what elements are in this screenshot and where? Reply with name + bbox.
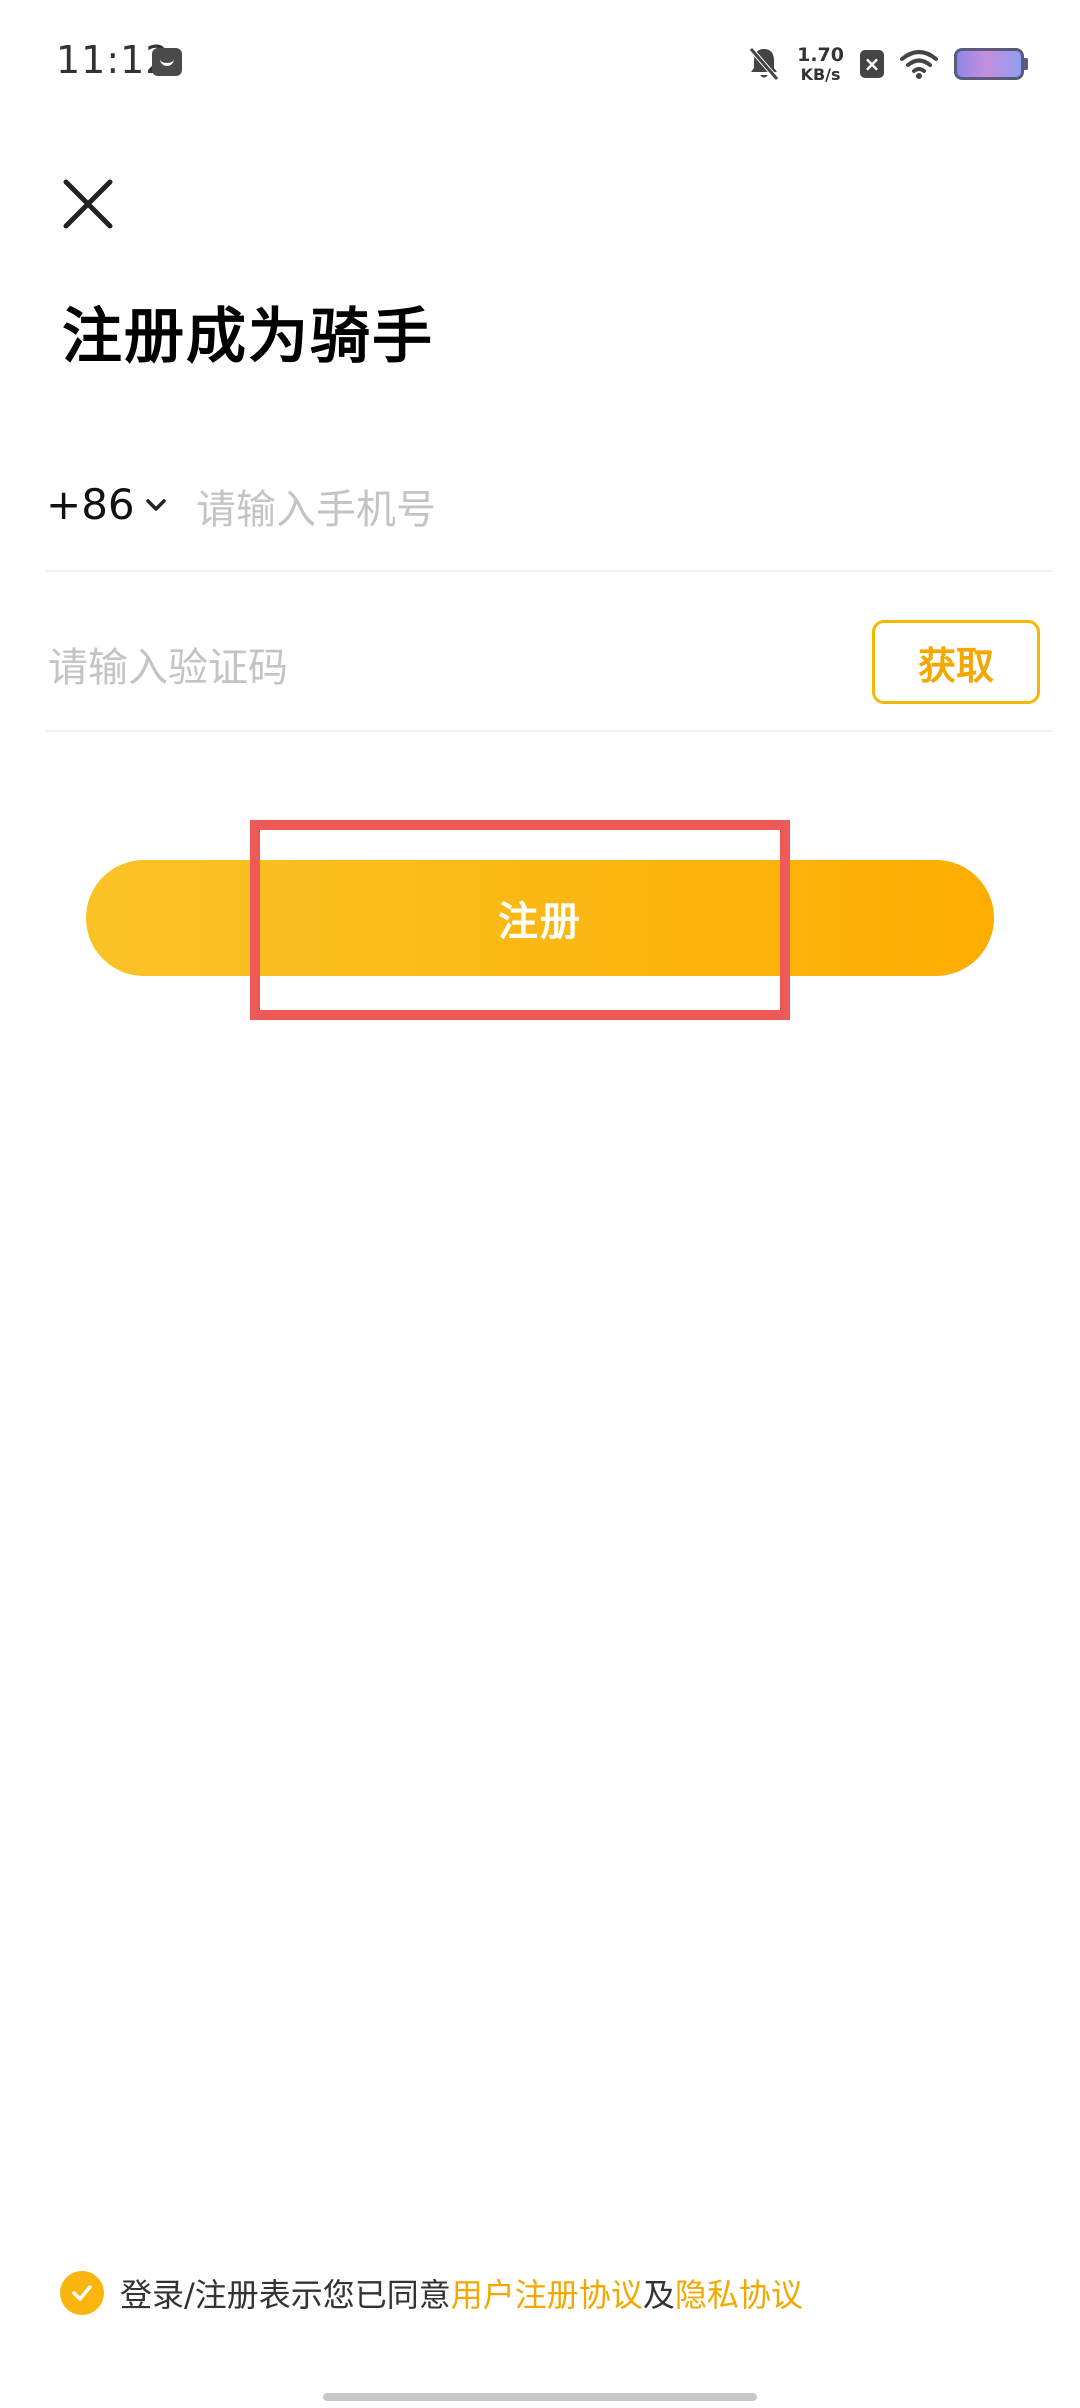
battery-icon (954, 48, 1028, 80)
verification-code-row: 获取 (46, 620, 1052, 732)
shopping-bag-icon (152, 48, 182, 76)
chevron-down-icon (145, 498, 166, 511)
no-sim-icon: × (860, 50, 884, 78)
page-title: 注册成为骑手 (62, 302, 434, 372)
verification-code-input[interactable] (46, 632, 830, 704)
home-indicator[interactable] (323, 2393, 757, 2401)
agreement-prefix: 登录/注册表示您已同意 (120, 2276, 451, 2314)
agreement-checkbox[interactable] (60, 2271, 104, 2315)
wifi-icon (900, 50, 938, 79)
network-speed-unit: KB/s (800, 64, 841, 84)
get-code-button[interactable]: 获取 (872, 620, 1040, 704)
status-icons: 1.70 KB/s × (747, 40, 1028, 88)
bell-muted-icon (749, 47, 779, 81)
status-bar: 11:12 1.70 KB/s × (0, 0, 1080, 130)
network-speed-value: 1.70 (797, 43, 844, 66)
privacy-policy-link[interactable]: 隐私协议 (675, 2276, 803, 2314)
phone-input[interactable] (194, 474, 1038, 546)
network-speed: 1.70 KB/s (797, 43, 844, 84)
agreement-row: 登录/注册表示您已同意用户注册协议及隐私协议 (60, 2270, 803, 2316)
phone-row: +86 (46, 460, 1052, 572)
close-button[interactable] (56, 172, 120, 236)
agreement-conjunction: 及 (642, 2276, 675, 2314)
user-agreement-link[interactable]: 用户注册协议 (451, 2276, 643, 2314)
country-code: +86 (46, 480, 135, 529)
check-icon (72, 2285, 92, 2301)
close-icon (63, 179, 113, 229)
country-code-selector[interactable]: +86 (46, 480, 167, 529)
agreement-text: 登录/注册表示您已同意用户注册协议及隐私协议 (120, 2270, 803, 2316)
register-button[interactable]: 注册 (86, 860, 994, 976)
